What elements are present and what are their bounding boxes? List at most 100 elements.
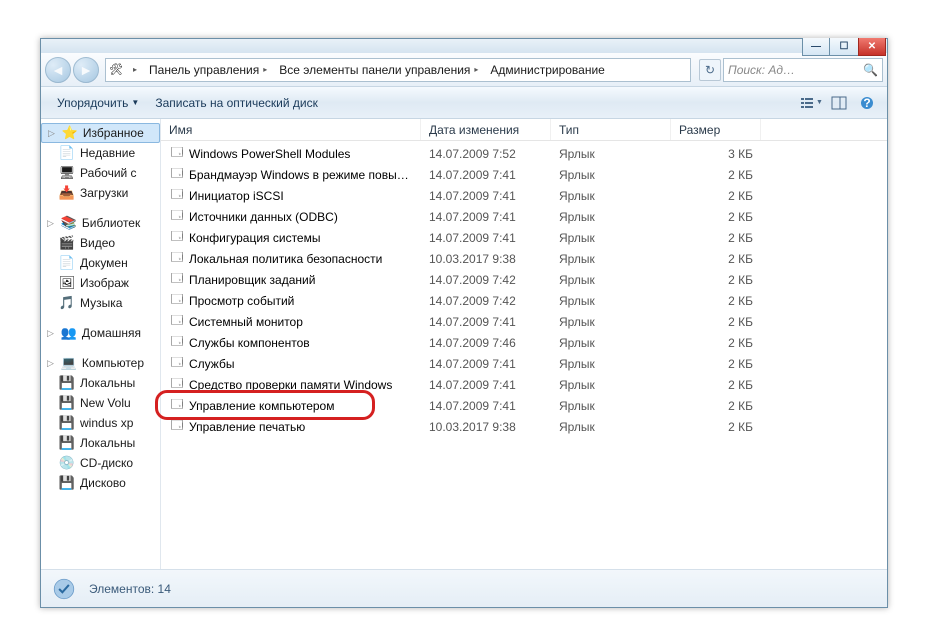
shortcut-icon: 🗔: [169, 230, 185, 246]
file-row[interactable]: 🗔Локальная политика безопасности10.03.20…: [161, 248, 887, 269]
file-name: Инициатор iSCSI: [189, 189, 284, 203]
sidebar-item-music[interactable]: 🎵Музыка: [41, 293, 160, 313]
file-type: Ярлык: [551, 357, 671, 371]
file-date: 14.07.2009 7:41: [421, 315, 551, 329]
file-name: Службы: [189, 357, 234, 371]
shortcut-icon: 🗔: [169, 419, 185, 435]
shortcut-icon: 🗔: [169, 398, 185, 414]
sidebar-item-downloads[interactable]: 📥Загрузки: [41, 183, 160, 203]
breadcrumb-2[interactable]: Все элементы панели управления▸: [274, 59, 485, 81]
file-size: 2 КБ: [671, 357, 761, 371]
sidebar-favorites[interactable]: ▷⭐Избранное: [41, 123, 160, 143]
file-name: Управление печатью: [189, 420, 305, 434]
breadcrumb-1[interactable]: Панель управления▸: [144, 59, 274, 81]
organize-menu[interactable]: Упорядочить▼: [49, 92, 147, 114]
sidebar-item-pictures[interactable]: 🖼Изображ: [41, 273, 160, 293]
sidebar-item-drive-0[interactable]: 💾Локальны: [41, 373, 160, 393]
file-list-pane: Имя Дата изменения Тип Размер 🗔Windows P…: [161, 119, 887, 569]
sidebar-item-desktop[interactable]: 🖥Рабочий с: [41, 163, 160, 183]
file-date: 14.07.2009 7:41: [421, 189, 551, 203]
file-type: Ярлык: [551, 147, 671, 161]
maximize-button[interactable]: ☐: [830, 38, 858, 56]
title-bar[interactable]: — ☐ ✕: [41, 39, 887, 53]
file-row[interactable]: 🗔Управление печатью10.03.2017 9:38Ярлык2…: [161, 416, 887, 437]
file-row[interactable]: 🗔Просмотр событий14.07.2009 7:42Ярлык2 К…: [161, 290, 887, 311]
shortcut-icon: 🗔: [169, 167, 185, 183]
status-bar: Элементов: 14: [41, 569, 887, 607]
file-date: 14.07.2009 7:42: [421, 294, 551, 308]
file-date: 14.07.2009 7:41: [421, 231, 551, 245]
file-row[interactable]: 🗔Планировщик заданий14.07.2009 7:42Ярлык…: [161, 269, 887, 290]
file-name: Источники данных (ODBC): [189, 210, 338, 224]
forward-button[interactable]: ►: [73, 57, 99, 83]
sidebar-item-drive-5[interactable]: 💾Дисково: [41, 473, 160, 493]
column-name[interactable]: Имя: [161, 119, 421, 140]
shortcut-icon: 🗔: [169, 209, 185, 225]
file-type: Ярлык: [551, 231, 671, 245]
file-row[interactable]: 🗔Службы компонентов14.07.2009 7:46Ярлык2…: [161, 332, 887, 353]
file-row[interactable]: 🗔Службы14.07.2009 7:41Ярлык2 КБ: [161, 353, 887, 374]
file-row[interactable]: 🗔Управление компьютером14.07.2009 7:41Яр…: [161, 395, 887, 416]
sidebar-item-documents[interactable]: 📄Докумен: [41, 253, 160, 273]
sidebar-item-videos[interactable]: 🎬Видео: [41, 233, 160, 253]
file-row[interactable]: 🗔Средство проверки памяти Windows14.07.2…: [161, 374, 887, 395]
close-button[interactable]: ✕: [858, 38, 886, 56]
column-size[interactable]: Размер: [671, 119, 761, 140]
sidebar-item-recent[interactable]: 📄Недавние: [41, 143, 160, 163]
sidebar-homegroup[interactable]: ▷👥Домашняя: [41, 323, 160, 343]
file-row[interactable]: 🗔Системный монитор14.07.2009 7:41Ярлык2 …: [161, 311, 887, 332]
file-size: 3 КБ: [671, 147, 761, 161]
back-button[interactable]: ◄: [45, 57, 71, 83]
file-row[interactable]: 🗔Windows PowerShell Modules14.07.2009 7:…: [161, 143, 887, 164]
burn-disc-button[interactable]: Записать на оптический диск: [147, 92, 326, 114]
search-input[interactable]: Поиск: Ад… 🔍: [723, 58, 883, 82]
file-size: 2 КБ: [671, 210, 761, 224]
sidebar-libraries[interactable]: ▷📚Библиотек: [41, 213, 160, 233]
control-panel-icon: 🛠: [108, 62, 124, 78]
column-date[interactable]: Дата изменения: [421, 119, 551, 140]
breadcrumb-3[interactable]: Администрирование: [485, 59, 611, 81]
status-icon: [49, 575, 79, 603]
refresh-button[interactable]: ↻: [699, 59, 721, 81]
file-size: 2 КБ: [671, 252, 761, 266]
file-date: 14.07.2009 7:41: [421, 399, 551, 413]
file-type: Ярлык: [551, 378, 671, 392]
sidebar-item-drive-2[interactable]: 💾windus xp: [41, 413, 160, 433]
sidebar-item-cd[interactable]: 💿CD-диско: [41, 453, 160, 473]
file-name: Службы компонентов: [189, 336, 310, 350]
shortcut-icon: 🗔: [169, 314, 185, 330]
file-size: 2 КБ: [671, 315, 761, 329]
shortcut-icon: 🗔: [169, 293, 185, 309]
file-name: Просмотр событий: [189, 294, 294, 308]
shortcut-icon: 🗔: [169, 188, 185, 204]
file-name: Локальная политика безопасности: [189, 252, 382, 266]
help-button[interactable]: ?: [855, 92, 879, 114]
navigation-pane[interactable]: ▷⭐Избранное 📄Недавние 🖥Рабочий с 📥Загруз…: [41, 119, 161, 569]
file-type: Ярлык: [551, 210, 671, 224]
file-size: 2 КБ: [671, 294, 761, 308]
file-type: Ярлык: [551, 273, 671, 287]
file-type: Ярлык: [551, 315, 671, 329]
file-row[interactable]: 🗔Брандмауэр Windows в режиме повы…14.07.…: [161, 164, 887, 185]
sidebar-computer[interactable]: ▷💻Компьютер: [41, 353, 160, 373]
shortcut-icon: 🗔: [169, 335, 185, 351]
sidebar-item-drive-3[interactable]: 💾Локальны: [41, 433, 160, 453]
shortcut-icon: 🗔: [169, 356, 185, 372]
file-size: 2 КБ: [671, 231, 761, 245]
file-row[interactable]: 🗔Конфигурация системы14.07.2009 7:41Ярлы…: [161, 227, 887, 248]
explorer-window: — ☐ ✕ ◄ ► 🛠 ▸ Панель управления▸ Все эле…: [40, 38, 888, 608]
file-type: Ярлык: [551, 168, 671, 182]
preview-pane-button[interactable]: [827, 92, 851, 114]
sidebar-item-drive-1[interactable]: 💾New Volu: [41, 393, 160, 413]
file-row[interactable]: 🗔Источники данных (ODBC)14.07.2009 7:41Я…: [161, 206, 887, 227]
search-placeholder: Поиск: Ад…: [728, 63, 795, 77]
file-row[interactable]: 🗔Инициатор iSCSI14.07.2009 7:41Ярлык2 КБ: [161, 185, 887, 206]
column-type[interactable]: Тип: [551, 119, 671, 140]
minimize-button[interactable]: —: [802, 38, 830, 56]
shortcut-icon: 🗔: [169, 377, 185, 393]
shortcut-icon: 🗔: [169, 251, 185, 267]
view-options-button[interactable]: ▼: [799, 92, 823, 114]
breadcrumb-dropdown[interactable]: ▸: [124, 59, 144, 81]
address-bar[interactable]: 🛠 ▸ Панель управления▸ Все элементы пане…: [105, 58, 691, 82]
file-size: 2 КБ: [671, 399, 761, 413]
